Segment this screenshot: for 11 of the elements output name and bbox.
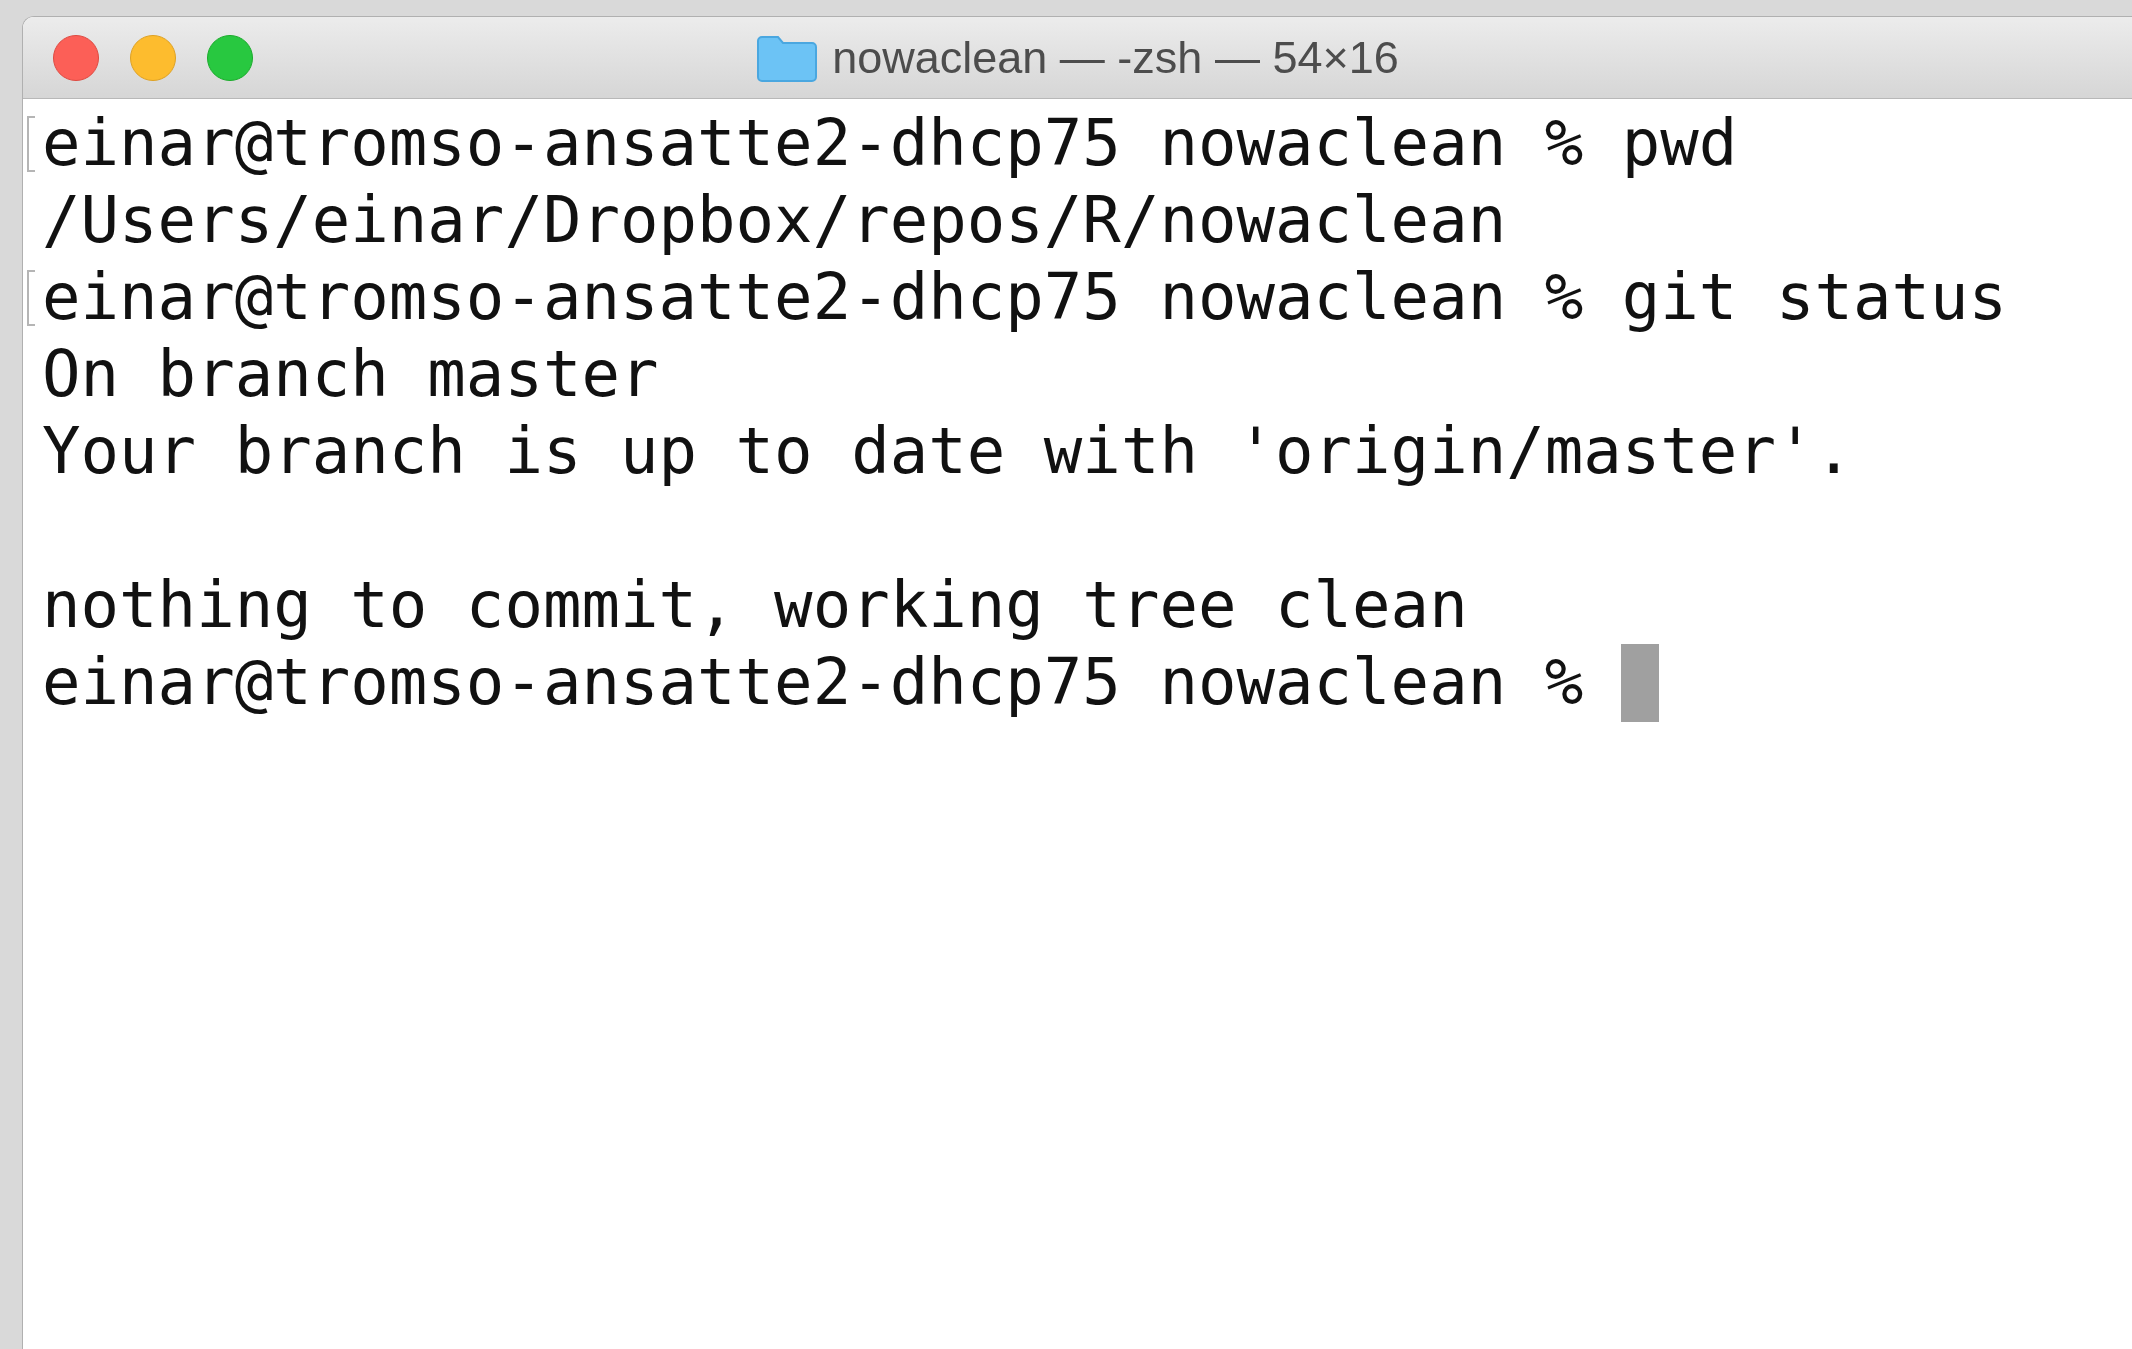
terminal-line: Your branch is up to date with 'origin/master'. [42, 413, 1853, 490]
window-title: nowaclean — -zsh — 54×16 [832, 30, 1399, 85]
terminal-line: /Users/einar/Dropbox/repos/R/nowaclean [42, 182, 1507, 259]
terminal-line: einar@tromso-ansatte2-dhcp75 nowaclean % [42, 644, 1584, 721]
terminal-line: einar@tromso-ansatte2-dhcp75 nowaclean % git status [42, 259, 2008, 336]
zoom-button[interactable] [207, 35, 253, 81]
close-button[interactable] [53, 35, 99, 81]
terminal-line: On branch master [42, 336, 659, 413]
terminal-line: einar@tromso-ansatte2-dhcp75 nowaclean % pwd [42, 105, 1738, 182]
minimize-button[interactable] [130, 35, 176, 81]
terminal-line: nothing to commit, working tree clean [42, 567, 1468, 644]
